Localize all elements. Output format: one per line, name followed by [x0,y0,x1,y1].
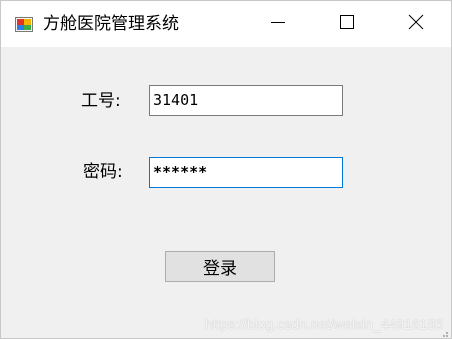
window-title: 方舱医院管理系统 [43,14,179,34]
employee-id-input[interactable]: 31401 [149,85,343,116]
close-button[interactable] [387,1,445,47]
app-window-icon [15,15,33,33]
form-area: 工号: 31401 密码: ****** 登录 https://blog.csd… [1,47,451,338]
minimize-button[interactable] [249,1,307,47]
title-bar[interactable]: 方舱医院管理系统 [1,1,451,47]
login-window: 方舱医院管理系统 工号: 31401 密码: ****** 登录 https:/… [0,0,452,339]
login-button[interactable]: 登录 [165,251,275,282]
minimize-icon [270,14,286,34]
employee-id-label: 工号: [81,91,121,111]
maximize-button[interactable] [318,1,376,47]
password-label: 密码: [83,162,123,182]
maximize-icon [339,14,355,34]
password-input[interactable]: ****** [149,157,343,188]
close-icon [408,14,424,34]
resize-grip-icon[interactable] [439,326,449,337]
watermark-text: https://blog.csdn.net/weixin_44916185 [204,316,443,332]
